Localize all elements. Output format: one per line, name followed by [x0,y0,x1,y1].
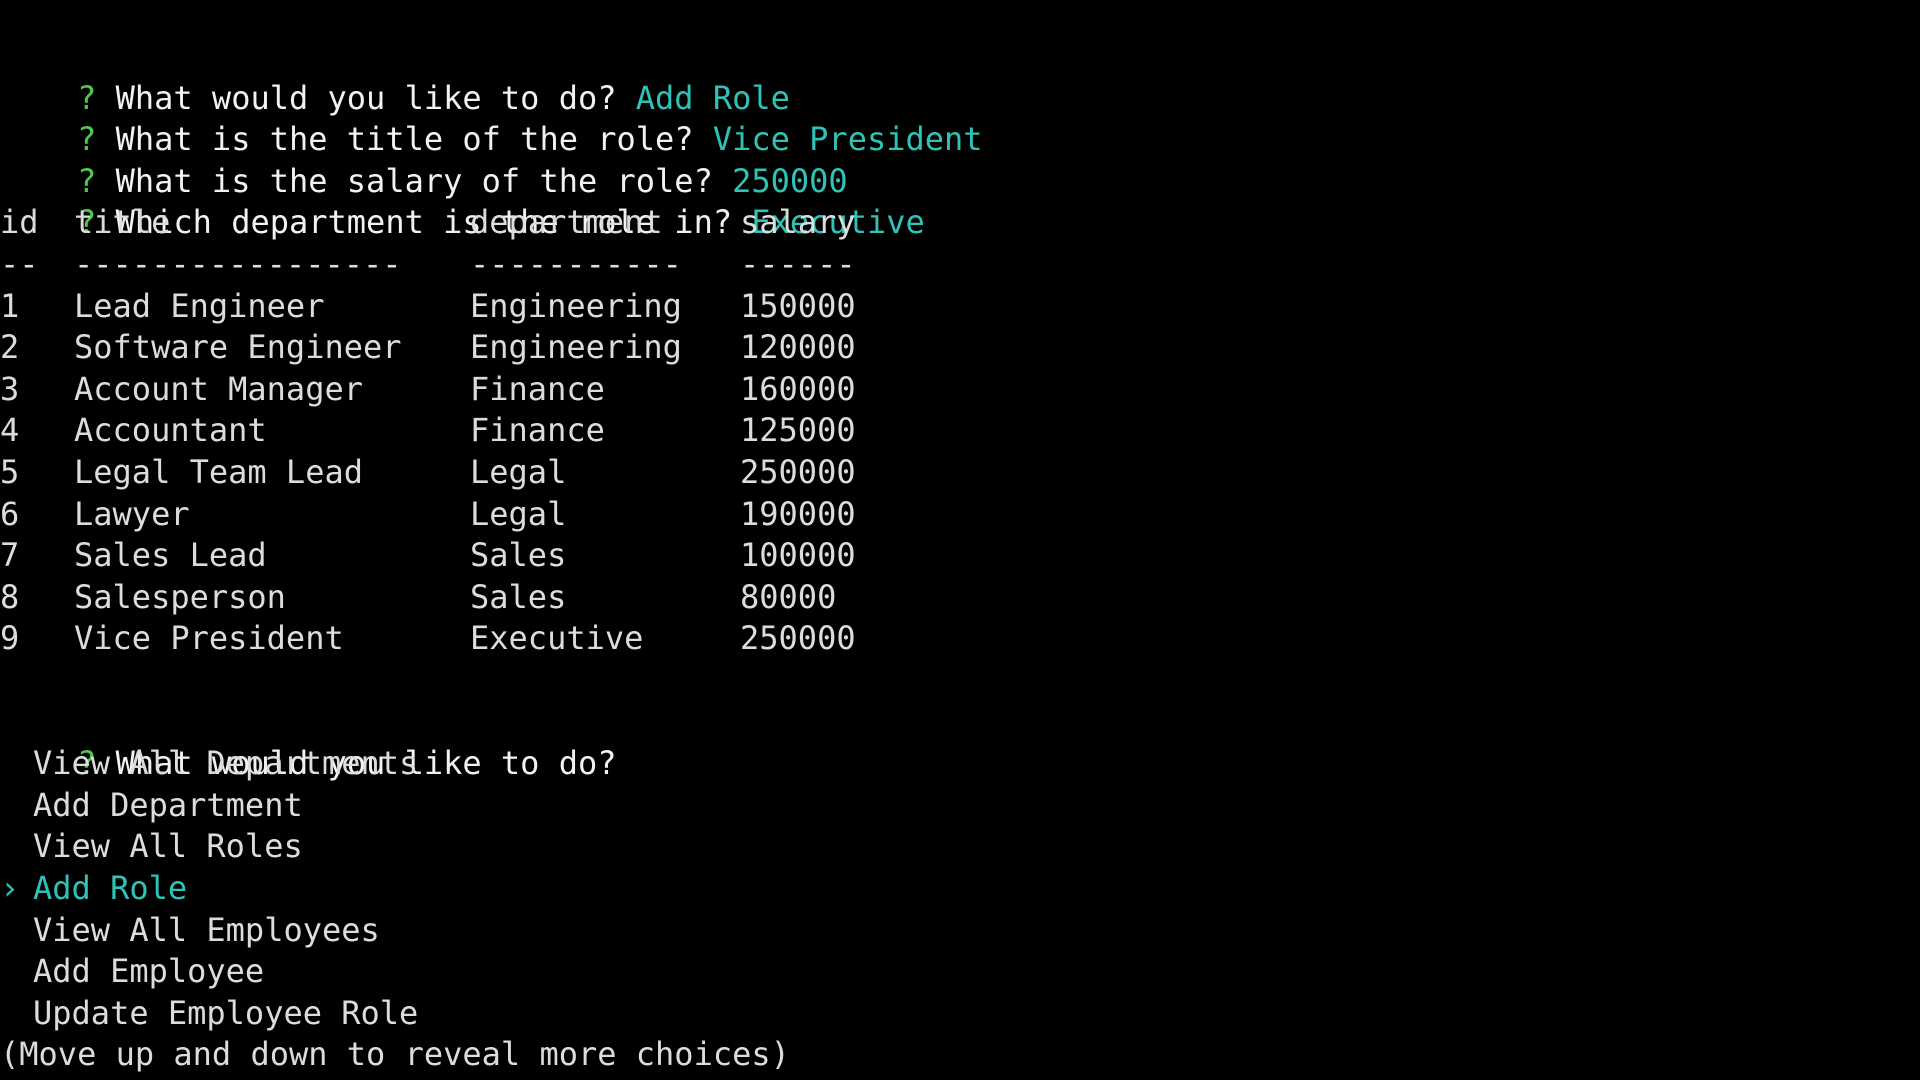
table-header-id: id [0,203,39,242]
cell-department: Sales [470,536,567,575]
table-row: 8 Salesperson Sales 80000 [0,577,1920,619]
cell-department: Legal [470,453,567,491]
table-header-salary: salary [740,203,856,242]
cell-title: Software Engineer [74,328,402,367]
cell-salary: 80000 [740,577,837,616]
cell-department: Finance [470,369,605,408]
table-row: 1 Lead Engineer Engineering 150000 [0,286,1920,328]
cell-department: Engineering [470,328,682,367]
qa-line-department: ? Which department is the role in? Execu… [0,161,925,241]
table-header-row: id title department salary [0,202,1920,244]
table-header-department: department [470,203,663,242]
cell-id: 3 [0,369,20,408]
cell-title: Vice President [74,619,344,658]
menu-choice-view-all-departments[interactable]: View All Departments [0,743,1920,785]
cell-salary: 125000 [740,411,856,450]
cell-title: Account Manager [74,369,363,408]
menu-choice-label: View All Roles [33,827,303,866]
table-row: 4 Accountant Finance 125000 [0,410,1920,452]
menu-prompt: ? What would you like to do? [0,702,616,782]
cell-title: Sales Lead [74,536,267,575]
pointer-icon: › [0,869,20,907]
cell-id: 6 [0,494,20,533]
cell-id: 5 [0,453,20,491]
qa-line-salary: ? What is the salary of the role? 250000 [0,119,848,200]
menu-choice-add-employee[interactable]: Add Employee [0,951,1920,993]
table-separator: -- [0,245,39,283]
table-row: 5 Legal Team Lead Legal 250000 [0,452,1920,494]
menu-choice-add-role[interactable]: › Add Role [0,868,1920,910]
cell-department: Executive [470,619,644,658]
cell-title: Lawyer [74,494,190,533]
menu-hint: (Move up and down to reveal more choices… [0,1035,790,1074]
menu-choice-view-all-employees[interactable]: View All Employees [0,910,1920,952]
menu-choice-label: Add Department [33,785,303,824]
cell-salary: 250000 [740,453,856,491]
menu-choice-add-department[interactable]: Add Department [0,785,1920,827]
menu-choice-update-employee-role[interactable]: Update Employee Role [0,993,1920,1035]
cell-salary: 150000 [740,286,856,325]
cell-salary: 190000 [740,494,856,533]
cell-title: Legal Team Lead [74,453,363,491]
menu-choice-label: Add Role [33,869,188,907]
table-row: 3 Account Manager Finance 160000 [0,369,1920,411]
table-header-title: title [74,203,171,242]
cell-salary: 100000 [740,536,856,575]
table-separator: ----------- [470,245,682,283]
cell-id: 4 [0,411,20,450]
table-row: 2 Software Engineer Engineering 120000 [0,327,1920,369]
qa-line-action: ? What would you like to do? Add Role [0,36,790,117]
table-separator-row: -- ----------------- ----------- ------ [0,244,1920,286]
cell-department: Legal [470,494,567,533]
table-separator: ------ [740,245,856,283]
menu-choice-label: Update Employee Role [33,993,419,1032]
cell-title: Lead Engineer [74,286,325,325]
cell-id: 8 [0,577,20,616]
menu-choice-label: Add Employee [33,952,265,991]
table-row: 6 Lawyer Legal 190000 [0,494,1920,536]
table-row: 7 Sales Lead Sales 100000 [0,535,1920,577]
cell-title: Accountant [74,411,267,450]
menu-choice-label: View All Departments [33,744,419,783]
table-row: 9 Vice President Executive 250000 [0,618,1920,660]
qa-line-title: ? What is the title of the role? Vice Pr… [0,78,982,158]
cell-department: Engineering [470,286,682,325]
cell-id: 1 [0,286,20,325]
cell-salary: 250000 [740,619,856,658]
cell-salary: 120000 [740,328,856,367]
cell-id: 9 [0,619,20,658]
cell-title: Salesperson [74,577,286,616]
cell-salary: 160000 [740,369,856,408]
cell-id: 2 [0,328,20,367]
cell-department: Sales [470,577,567,616]
terminal-window[interactable]: ? What would you like to do? Add Role ? … [0,0,1920,1080]
cell-department: Finance [470,411,605,450]
menu-choice-view-all-roles[interactable]: View All Roles [0,826,1920,868]
menu-choice-label: View All Employees [33,910,380,949]
table-separator: ----------------- [74,245,402,283]
cell-id: 7 [0,536,20,575]
